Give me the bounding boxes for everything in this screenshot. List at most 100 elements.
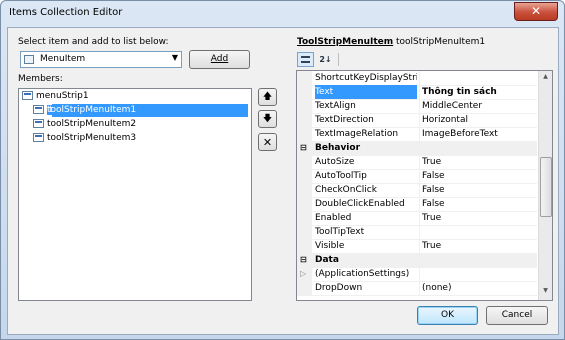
property-type-name: ToolStripMenuItem (297, 37, 394, 47)
property-name: Enabled (315, 213, 352, 223)
property-name: ToolTipText (315, 227, 365, 237)
property-name: AutoToolTip (315, 171, 367, 181)
property-instance-name: toolStripMenuItem1 (396, 37, 486, 47)
window-title: Items Collection Editor (9, 7, 123, 18)
tree-node-label: menuStrip1 (36, 91, 89, 101)
tree-node-overlay: toolStripMenuItem1 (33, 104, 136, 117)
scroll-up-icon[interactable]: ▲ (540, 73, 551, 83)
menu-strip-icon (22, 91, 33, 100)
menu-item-icon (33, 119, 44, 128)
property-row[interactable]: TextAlign MiddleCenter (297, 99, 537, 114)
property-row[interactable]: AutoToolTip False (297, 169, 537, 184)
close-icon: ✕ (530, 4, 542, 18)
property-row[interactable]: TextImageRelation ImageBeforeText (297, 127, 537, 142)
property-row[interactable]: Visible True (297, 239, 537, 254)
items-collection-editor-window: Items Collection Editor ✕ Select item an… (0, 0, 565, 340)
property-row-margin (297, 85, 312, 99)
property-row[interactable]: CheckOnClick False (297, 183, 537, 198)
tree-node-label-overlay: toolStripMenuItem1 (47, 105, 137, 115)
select-item-label: Select item and add to list below: (18, 37, 169, 47)
property-category-name: Data (315, 255, 339, 265)
property-grid-scrollbar[interactable]: ▲ ▼ (538, 71, 552, 300)
property-value[interactable]: Horizontal (419, 113, 540, 127)
scroll-thumb[interactable] (540, 157, 552, 217)
property-value[interactable]: True (419, 211, 540, 225)
property-grid[interactable]: ShortcutKeyDisplayString TextThông tin sá… (296, 70, 553, 301)
property-category-row[interactable]: ⊟ Behavior (297, 141, 537, 156)
property-value[interactable]: MiddleCenter (419, 99, 540, 113)
property-category-name: Behavior (315, 143, 361, 153)
property-value[interactable]: True (419, 155, 540, 169)
categorized-view-button[interactable] (297, 52, 314, 67)
property-row[interactable]: ToolTipText (297, 225, 537, 240)
property-value[interactable] (419, 71, 540, 85)
alphabetical-view-button[interactable]: 2↓ (317, 52, 334, 67)
members-tree[interactable]: menuStrip1 toolStripMenuItem1 toolStripM… (18, 88, 252, 301)
property-name: DoubleClickEnabled (315, 199, 405, 209)
property-row[interactable]: Enabled True (297, 211, 537, 226)
property-value[interactable] (419, 225, 540, 239)
chevron-down-icon[interactable]: ▼ (172, 53, 178, 62)
property-row-margin (297, 183, 312, 197)
menu-item-icon (33, 133, 44, 142)
property-row-margin (297, 169, 312, 183)
property-row-margin (297, 127, 312, 141)
property-name: Text (315, 85, 417, 99)
property-row[interactable]: ▷ (ApplicationSettings) (297, 267, 537, 282)
cancel-button-label: Cancel (501, 310, 533, 320)
cancel-button[interactable]: Cancel (486, 306, 548, 325)
property-value[interactable]: (none) (419, 281, 540, 295)
property-row-margin: ⊟ (297, 141, 312, 155)
property-value[interactable]: False (419, 197, 540, 211)
property-row[interactable]: DropDown (none) (297, 281, 537, 296)
property-value[interactable]: False (419, 169, 540, 183)
tree-node-label: toolStripMenuItem3 (47, 133, 137, 143)
property-row-margin (297, 211, 312, 225)
menu-item-icon (33, 105, 44, 114)
tree-node[interactable]: menuStrip1 (22, 90, 89, 103)
property-name: ShortcutKeyDisplayString (315, 73, 417, 83)
property-name: AutoSize (315, 157, 355, 167)
property-name: TextDirection (315, 115, 374, 125)
collapse-icon[interactable]: ⊟ (300, 253, 307, 267)
property-value[interactable]: True (419, 239, 540, 253)
tree-node[interactable]: toolStripMenuItem2 (33, 118, 136, 131)
delete-icon: ✕ (262, 136, 273, 149)
expand-icon[interactable]: ▷ (300, 267, 306, 281)
property-row-margin (297, 239, 312, 253)
property-value[interactable]: Thông tin sách (419, 85, 540, 99)
property-row[interactable]: TextDirection Horizontal (297, 113, 537, 128)
property-name: TextAlign (315, 101, 356, 111)
collapse-icon[interactable]: ⊟ (300, 141, 307, 155)
property-name: DropDown (315, 283, 363, 293)
property-row[interactable]: AutoSize True (297, 155, 537, 170)
menu-item-icon (24, 55, 34, 64)
property-row-margin (297, 197, 312, 211)
property-value[interactable]: ImageBeforeText (419, 127, 540, 141)
sort-alpha-icon: 2↓ (319, 55, 332, 64)
property-row-margin (297, 281, 312, 295)
property-name: Visible (315, 241, 345, 251)
move-up-button[interactable]: 🡅 (258, 88, 277, 106)
property-value[interactable]: False (419, 183, 540, 197)
members-label: Members: (18, 74, 63, 84)
property-name: (ApplicationSettings) (315, 269, 410, 279)
property-value[interactable] (419, 267, 540, 281)
property-row[interactable]: ShortcutKeyDisplayString (297, 71, 537, 86)
property-category-row[interactable]: ⊟ Data (297, 253, 537, 268)
combo-value: MenuItem (40, 54, 86, 64)
scroll-down-icon[interactable]: ▼ (540, 287, 551, 297)
title-bar: Items Collection Editor ✕ (1, 1, 564, 25)
move-down-button[interactable]: 🡇 (258, 110, 277, 128)
property-row[interactable]: DoubleClickEnabled False (297, 197, 537, 212)
ok-button[interactable]: OK (417, 306, 478, 325)
item-type-combo[interactable]: MenuItem ▼ (20, 51, 182, 68)
property-row[interactable]: Text Thông tin sách (297, 85, 537, 100)
categorized-icon (301, 56, 310, 63)
remove-button[interactable]: ✕ (258, 133, 277, 151)
close-button[interactable]: ✕ (514, 2, 558, 21)
dialog-client-area: Select item and add to list below: MenuI… (7, 27, 559, 335)
add-button[interactable]: Add (189, 50, 250, 69)
arrow-up-icon: 🡅 (262, 92, 273, 102)
tree-node[interactable]: toolStripMenuItem3 (33, 132, 136, 145)
